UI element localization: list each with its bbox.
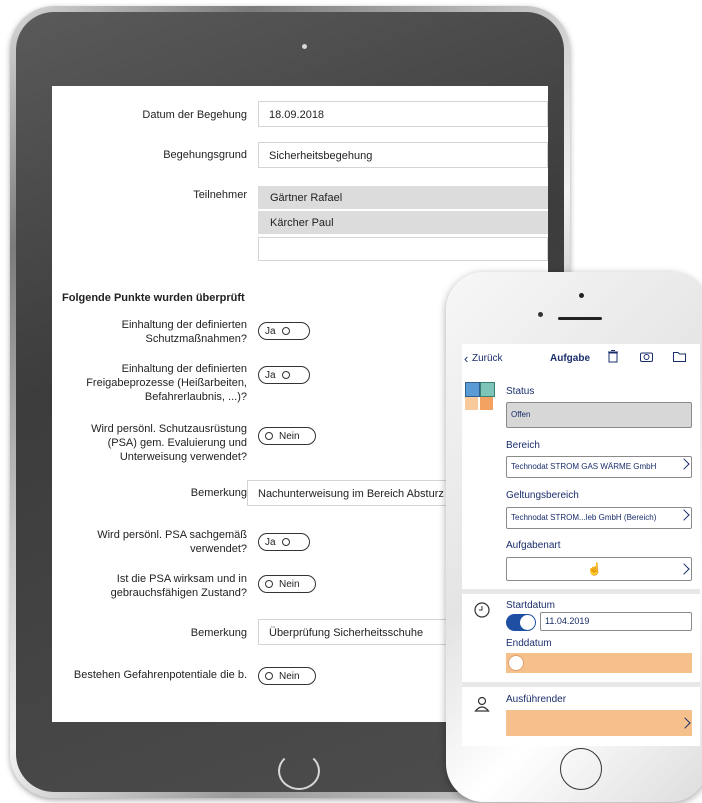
chevron-right-icon	[678, 509, 690, 521]
phone-home-button[interactable]	[560, 748, 602, 790]
question-label: Einhaltung der definierten Schutzmaßnahm…	[121, 319, 247, 345]
end-date-row[interactable]	[506, 653, 692, 673]
section-divider	[462, 682, 700, 687]
tablet-camera	[302, 44, 307, 49]
nav-bar: ‹ Zurück Aufgabe	[462, 344, 700, 370]
status-field[interactable]: Offen	[506, 402, 692, 428]
end-label: Enddatum	[506, 638, 552, 649]
end-toggle[interactable]	[508, 655, 524, 671]
toggle-knob-icon	[281, 327, 290, 335]
back-button[interactable]: Zurück	[472, 353, 503, 364]
phone-sensor	[579, 293, 584, 298]
toggle-value: Ja	[265, 369, 276, 381]
participant-item[interactable]: Kärcher Paul	[258, 211, 548, 235]
toggle-value: Nein	[279, 430, 300, 442]
question-label: Wird persönl. PSA sachgemäß verwendet?	[97, 529, 247, 555]
section-title: Folgende Punkte wurden überprüft	[62, 292, 245, 304]
participants-label: Teilnehmer	[193, 189, 247, 201]
section-divider	[462, 589, 700, 594]
participant-item[interactable]: Gärtner Rafael	[258, 186, 548, 210]
chevron-right-icon	[678, 458, 690, 470]
yes-no-toggle[interactable]: Ja	[258, 366, 310, 384]
scope-select[interactable]: Technodat STROM...leb GmbH (Bereich)	[506, 507, 692, 529]
question-label: Bestehen Gefahrenpotentiale die b.	[73, 669, 247, 681]
remark-label: Bemerkung	[190, 487, 247, 499]
phone-device: ‹ Zurück Aufgabe Status Offen Bereich Te…	[446, 272, 702, 802]
toggle-knob-icon	[265, 432, 273, 440]
tasktype-label: Aufgabenart	[506, 540, 561, 551]
phone-screen: ‹ Zurück Aufgabe Status Offen Bereich Te…	[462, 344, 700, 746]
remark-label: Bemerkung	[190, 627, 247, 639]
chevron-right-icon	[678, 563, 690, 575]
question-label: Wird persönl. Schutzausrüstung (PSA) gem…	[91, 423, 247, 463]
trash-icon[interactable]	[608, 350, 618, 363]
participant-add-field[interactable]	[258, 237, 548, 261]
page-title: Aufgabe	[550, 353, 590, 364]
yes-no-toggle[interactable]: Ja	[258, 533, 310, 551]
start-date-field[interactable]: 11.04.2019	[540, 612, 692, 631]
area-value: Technodat STROM GAS WÄRME GmbH	[511, 462, 657, 471]
yes-no-toggle[interactable]: Ja	[258, 322, 310, 340]
folder-icon[interactable]	[673, 351, 686, 362]
toggle-knob-icon	[265, 580, 273, 588]
scope-label: Geltungsbereich	[506, 490, 579, 501]
toggle-value: Nein	[279, 670, 300, 682]
area-label: Bereich	[506, 440, 540, 451]
reason-label: Begehungsgrund	[163, 149, 247, 161]
yes-no-toggle[interactable]: Nein	[258, 575, 316, 593]
toggle-knob-icon	[281, 371, 290, 379]
person-icon	[474, 696, 490, 712]
hand-cursor-icon: ☝	[587, 562, 602, 576]
question-label: Einhaltung der definierten Freigabeproze…	[86, 363, 247, 403]
toggle-value: Ja	[265, 325, 276, 337]
toggle-value: Nein	[279, 578, 300, 590]
yes-no-toggle[interactable]: Nein	[258, 427, 316, 445]
camera-icon[interactable]	[640, 351, 653, 362]
phone-speaker	[558, 317, 602, 320]
back-chevron-icon[interactable]: ‹	[464, 351, 468, 366]
assignee-label: Ausführender	[506, 694, 567, 705]
toggle-knob-icon	[265, 672, 273, 680]
area-select[interactable]: Technodat STROM GAS WÄRME GmbH	[506, 456, 692, 478]
yes-no-toggle[interactable]: Nein	[258, 667, 316, 685]
start-label: Startdatum	[506, 600, 555, 611]
scope-value: Technodat STROM...leb GmbH (Bereich)	[511, 513, 657, 522]
tablet-home-button[interactable]	[278, 752, 320, 790]
assignee-select[interactable]	[506, 710, 692, 736]
clock-icon	[474, 602, 490, 618]
toggle-knob-icon	[281, 538, 290, 546]
tasktype-select[interactable]: ☝	[506, 557, 692, 581]
start-toggle[interactable]	[506, 614, 536, 631]
toggle-value: Ja	[265, 536, 276, 548]
status-label: Status	[506, 386, 535, 397]
date-label: Datum der Begehung	[142, 109, 247, 121]
chevron-right-icon	[679, 717, 691, 729]
reason-field[interactable]: Sicherheitsbegehung	[258, 142, 548, 168]
toggle-knob-icon	[520, 615, 535, 630]
phone-camera	[538, 312, 543, 317]
status-value: Offen	[511, 410, 531, 419]
question-label: Ist die PSA wirksam und in gebrauchsfähi…	[110, 573, 247, 599]
date-field[interactable]: 18.09.2018	[258, 101, 548, 127]
